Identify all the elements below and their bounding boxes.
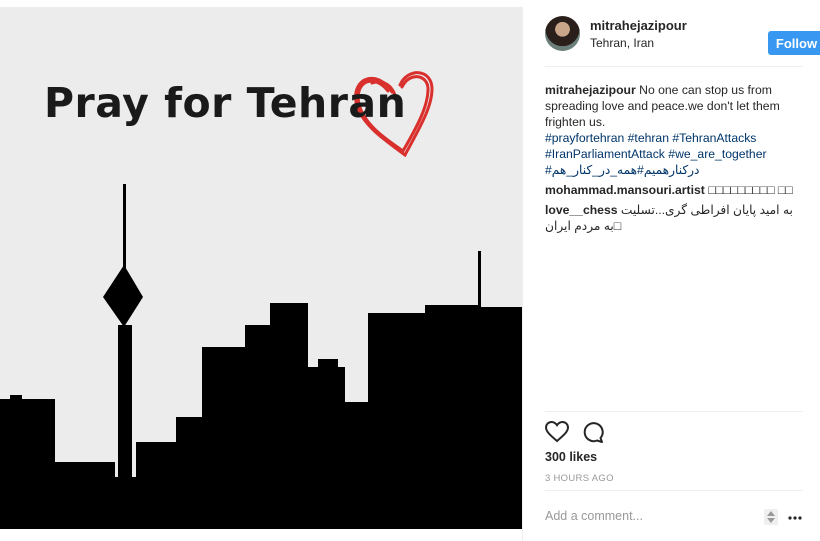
comments-list: mitrahejazipour No one can stop us from … [545,82,803,238]
likes-count[interactable]: 300 likes [545,450,597,464]
post-timestamp[interactable]: 3 HOURS AGO [545,473,614,484]
caption: mitrahejazipour No one can stop us from … [545,82,803,178]
follow-button[interactable]: Follow [768,31,820,55]
comment-text: □□□□□□□□□ □□ [708,183,793,197]
author-username[interactable]: mitrahejazipour [590,18,687,33]
header-divider [545,66,803,67]
more-options-icon[interactable] [788,508,802,524]
avatar[interactable] [545,16,580,51]
add-comment-divider [545,490,803,491]
comment-username[interactable]: mohammad.mansouri.artist [545,183,705,197]
add-comment-input[interactable]: Add a comment... [545,509,643,523]
comment-item: love__chess به امید پایان افراطی گری...ت… [545,202,803,234]
post-actions [544,420,803,448]
post-image[interactable]: Pray for Tehran [0,7,522,529]
post-sidebar: mitrahejazipour Tehran, Iran Follow mitr… [522,7,820,541]
comment-item: mohammad.mansouri.artist □□□□□□□□□ □□ [545,182,803,198]
comment-username[interactable]: love__chess [545,203,618,217]
sort-arrows-icon[interactable] [764,509,778,530]
comment-icon[interactable] [582,421,604,448]
caption-username[interactable]: mitrahejazipour [545,83,636,97]
caption-hashtags-persian[interactable]: #درکنارهمیم#همه_در_کنار_هم [545,162,803,178]
caption-hashtags[interactable]: #prayfortehran #tehran #TehranAttacks #I… [545,130,803,162]
actions-divider [545,411,803,412]
heart-icon[interactable] [544,420,570,448]
city-skyline [0,251,522,529]
poster-title-text: Pray for Tehran [44,79,407,127]
author-location[interactable]: Tehran, Iran [590,36,654,50]
post-header: mitrahejazipour Tehran, Iran Follow [545,16,820,56]
